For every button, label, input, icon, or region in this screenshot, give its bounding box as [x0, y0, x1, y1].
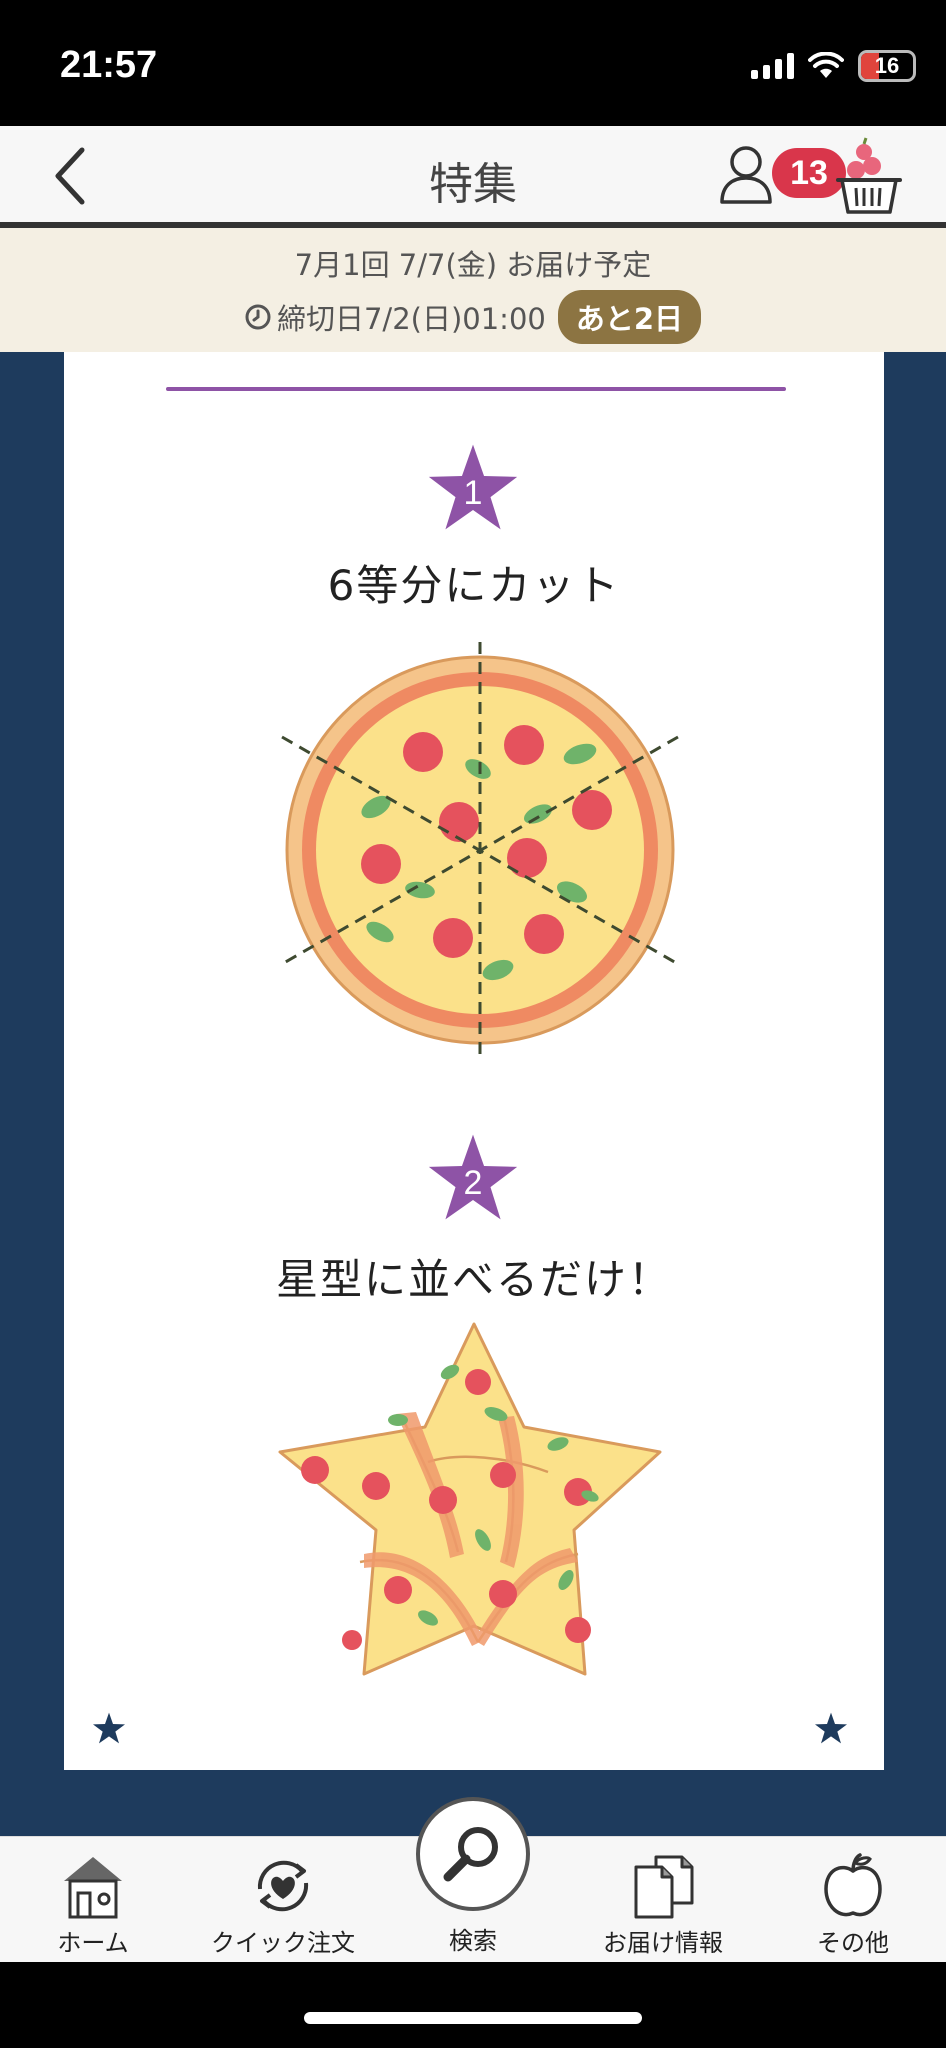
status-icons: 16	[751, 50, 916, 82]
nav-other[interactable]: その他	[763, 1851, 943, 1961]
cart-button[interactable]	[834, 136, 904, 220]
nav-quick-order-label: クイック注文	[211, 1929, 355, 1957]
nav-home[interactable]: ホーム	[3, 1851, 183, 1961]
corner-star-left-icon	[93, 1712, 125, 1744]
pizza-cut-illustration	[281, 642, 679, 1058]
search-icon	[443, 1827, 498, 1882]
step-1-badge: 1	[427, 442, 519, 532]
delivery-schedule: 7月1回 7/7(金) お届け予定	[294, 248, 652, 282]
days-remaining-badge: あと2日	[557, 290, 702, 344]
corner-star-right-icon	[815, 1712, 847, 1744]
nav-delivery-info-label: お届け情報	[603, 1929, 723, 1957]
step-2-badge: 2	[427, 1132, 519, 1222]
app-header: 特集 13	[0, 126, 946, 228]
pizza-star-illustration	[278, 1322, 662, 1676]
section-divider	[166, 387, 786, 391]
apple-icon	[824, 1853, 882, 1917]
step-1-caption: 6等分にカット	[327, 561, 621, 610]
feature-card: 1 6等分にカット 2 星型に並べるだけ！	[64, 352, 884, 1770]
deadline-row: 締切日7/2(日)01:00 あと2日	[0, 290, 946, 344]
wifi-icon	[808, 52, 844, 78]
documents-icon	[634, 1855, 694, 1919]
nav-quick-order[interactable]: クイック注文	[193, 1851, 373, 1961]
battery-icon: 16	[858, 50, 916, 82]
refresh-heart-icon	[257, 1860, 309, 1912]
basket-icon	[836, 137, 902, 214]
nav-search-label: 検索	[449, 1927, 497, 1955]
bottom-nav: ホーム クイック注文 検索 お届け情報 その他	[0, 1797, 946, 1962]
status-bar: 21:57 16	[0, 0, 946, 126]
feature-content: 1 6等分にカット 2 星型に並べるだけ！	[0, 352, 946, 1836]
nav-other-label: その他	[817, 1929, 889, 1957]
deadline-text: 締切日7/2(日)01:00	[276, 302, 546, 336]
home-icon	[64, 1857, 122, 1919]
home-indicator-area	[0, 1962, 946, 2048]
cellular-signal-icon	[751, 53, 794, 79]
step-2-number: 2	[463, 1164, 483, 1202]
nav-search-button[interactable]	[416, 1797, 530, 1911]
battery-level: 16	[874, 53, 900, 78]
delivery-info-bar: 7月1回 7/7(金) お届け予定 締切日7/2(日)01:00 あと2日	[0, 228, 946, 352]
nav-home-label: ホーム	[57, 1929, 129, 1957]
step-1-number: 1	[463, 474, 483, 512]
home-indicator[interactable]	[304, 2012, 642, 2024]
clock-icon	[245, 304, 271, 330]
status-time: 21:57	[60, 44, 158, 86]
step-2-caption: 星型に並べるだけ！	[275, 1255, 672, 1304]
account-button[interactable]	[718, 142, 774, 206]
nav-delivery-info[interactable]: お届け情報	[573, 1851, 753, 1961]
user-icon	[720, 146, 772, 204]
